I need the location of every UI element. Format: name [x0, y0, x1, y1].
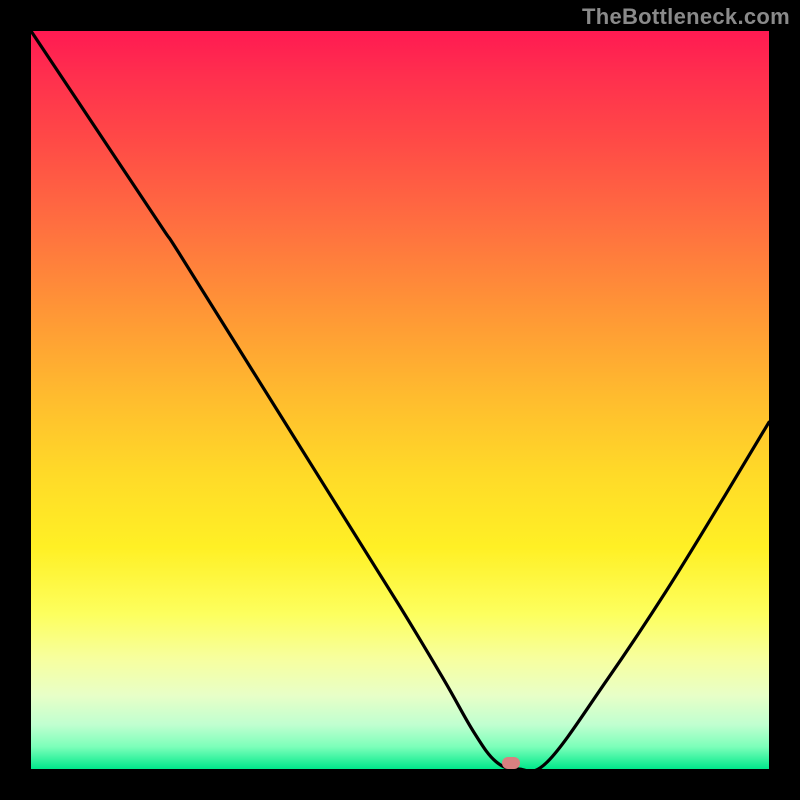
curve-path: [31, 31, 769, 769]
watermark-text: TheBottleneck.com: [582, 4, 790, 30]
chart-frame: TheBottleneck.com: [0, 0, 800, 800]
optimal-point-marker: [502, 757, 520, 769]
bottleneck-curve: [31, 31, 769, 769]
plot-area: [31, 31, 769, 769]
